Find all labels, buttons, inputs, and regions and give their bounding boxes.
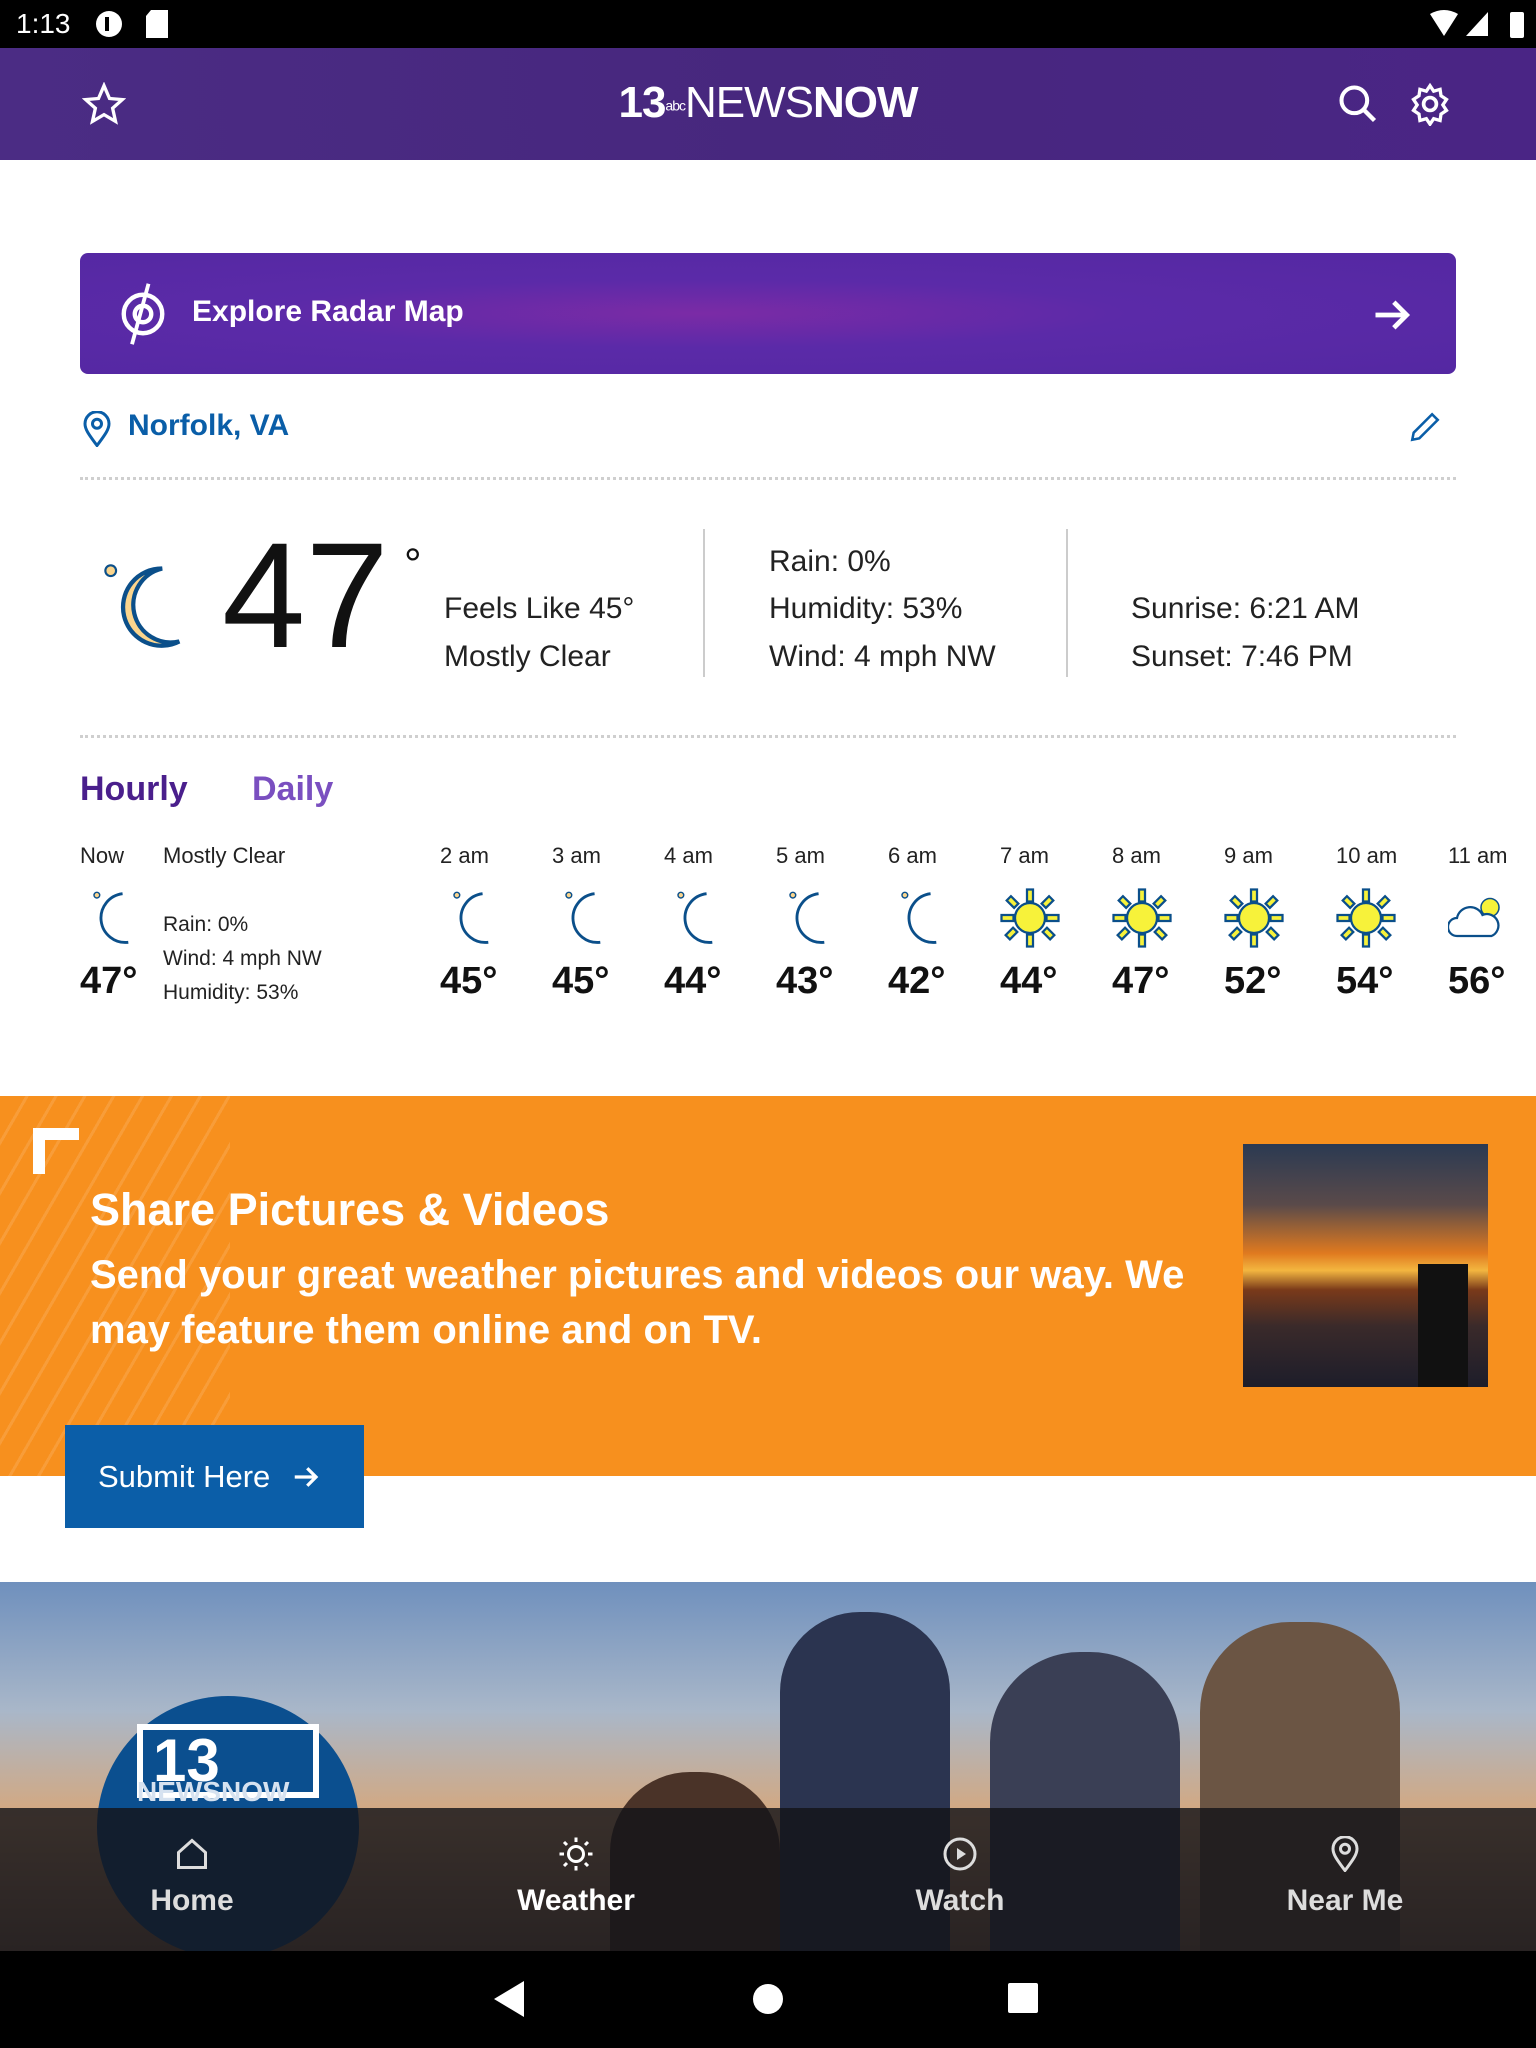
sun-icon (1000, 888, 1060, 948)
status-bar: 1:13 (0, 0, 1536, 48)
nav-near-me[interactable]: Near Me (1195, 1808, 1495, 1951)
divider (1066, 529, 1068, 677)
hour-temp: 45° (440, 960, 498, 1002)
now-condition: Mostly Clear (163, 843, 286, 868)
moon-icon (453, 891, 489, 944)
sun-icon (1224, 888, 1284, 948)
radar-label: Explore Radar Map (192, 295, 464, 328)
moon-icon (565, 891, 601, 944)
home-icon (177, 1838, 207, 1869)
hour-time: 11 am (1448, 843, 1508, 868)
share-title: Share Pictures & Videos (90, 1184, 610, 1235)
current-rain: Rain: 0% (769, 545, 891, 578)
home-button-icon[interactable] (752, 1983, 784, 2015)
pier-silhouette (1418, 1264, 1468, 1387)
sd-card-icon (146, 10, 168, 38)
nav-weather[interactable]: Weather (426, 1808, 726, 1951)
current-humidity: Humidity: 53% (769, 592, 963, 625)
hour-temp: 52° (1224, 960, 1282, 1002)
location-pin-icon (83, 411, 111, 447)
hour-time: 10 am (1336, 843, 1398, 868)
app-header: 13abcNEWSNOW (0, 48, 1536, 160)
station-logo-text: NEWSNOW (137, 1776, 290, 1807)
sun-icon (559, 1837, 593, 1871)
sun-icon (1336, 888, 1396, 948)
bottom-navigation: Home Weather Watch Near Me (0, 1808, 1536, 1951)
hour-time: 8 am (1112, 843, 1161, 868)
partly-cloudy-icon (1448, 897, 1500, 938)
settings-gear-icon[interactable] (1408, 82, 1452, 126)
arrow-right-icon (1375, 300, 1411, 330)
hour-time: 7 am (1000, 843, 1049, 868)
moon-icon (901, 891, 937, 944)
back-button-icon[interactable] (494, 1981, 526, 2017)
hour-time: 5 am (776, 843, 825, 868)
submit-label: Submit Here (98, 1459, 271, 1494)
current-condition: Mostly Clear (444, 640, 611, 673)
sunset: Sunset: 7:46 PM (1131, 640, 1353, 673)
divider (703, 529, 705, 677)
now-temp: 47° (80, 960, 138, 1002)
hour-time: 3 am (552, 843, 601, 868)
divider (80, 735, 1456, 738)
tab-daily[interactable]: Daily (252, 770, 333, 809)
now-rain: Rain: 0% (163, 913, 249, 936)
search-icon[interactable] (1336, 82, 1380, 126)
nav-watch[interactable]: Watch (810, 1808, 1110, 1951)
system-navigation-bar (0, 1951, 1536, 2048)
moon-icon (104, 564, 181, 648)
share-subtitle: Send your great weather pictures and vid… (90, 1253, 1185, 1352)
play-icon (943, 1837, 977, 1871)
feels-like: Feels Like 45° (444, 592, 635, 625)
hour-temp: 44° (664, 960, 722, 1002)
divider (80, 477, 1456, 480)
current-temperature: 47 (222, 511, 389, 679)
hour-time: 4 am (664, 843, 713, 868)
hour-temp: 44° (1000, 960, 1058, 1002)
now-humidity: Humidity: 53% (163, 981, 299, 1004)
hour-temp: 45° (552, 960, 610, 1002)
explore-radar-map-button[interactable]: Explore Radar Map (80, 253, 1456, 374)
app-logo: 13abcNEWSNOW (618, 78, 918, 127)
hour-temp: 47° (1112, 960, 1170, 1002)
hour-time: 9 am (1224, 843, 1273, 868)
hour-temp: 56° (1448, 960, 1506, 1002)
now-wind: Wind: 4 mph NW (163, 947, 322, 970)
sunset-photo (1243, 1144, 1488, 1387)
location-name[interactable]: Norfolk, VA (128, 409, 289, 443)
moon-icon (677, 891, 713, 944)
degree-symbol: ° (404, 540, 422, 589)
signal-battery-icons (1430, 10, 1524, 38)
status-time: 1:13 (16, 8, 71, 39)
hour-time: 2 am (440, 843, 489, 868)
nav-home[interactable]: Home (42, 1808, 342, 1951)
hour-time: 6 am (888, 843, 937, 868)
sun-icon (1112, 888, 1172, 948)
radar-icon (121, 283, 165, 345)
hour-temp: 43° (776, 960, 834, 1002)
submit-here-button[interactable]: Submit Here (65, 1425, 364, 1528)
notification-icon (96, 11, 122, 37)
moon-icon (789, 891, 825, 944)
now-label: Now (80, 843, 125, 868)
arrow-right-icon (294, 1467, 319, 1487)
sunrise: Sunrise: 6:21 AM (1131, 592, 1360, 625)
corner-bracket-icon (33, 1128, 79, 1174)
edit-location-pencil-icon[interactable] (1408, 410, 1442, 444)
location-pin-icon (1331, 1836, 1359, 1872)
hour-temp: 42° (888, 960, 946, 1002)
recents-button-icon[interactable] (1008, 1983, 1040, 2015)
hour-temp: 54° (1336, 960, 1394, 1002)
current-wind: Wind: 4 mph NW (769, 640, 996, 673)
moon-icon (93, 891, 129, 944)
tab-hourly[interactable]: Hourly (80, 770, 188, 809)
